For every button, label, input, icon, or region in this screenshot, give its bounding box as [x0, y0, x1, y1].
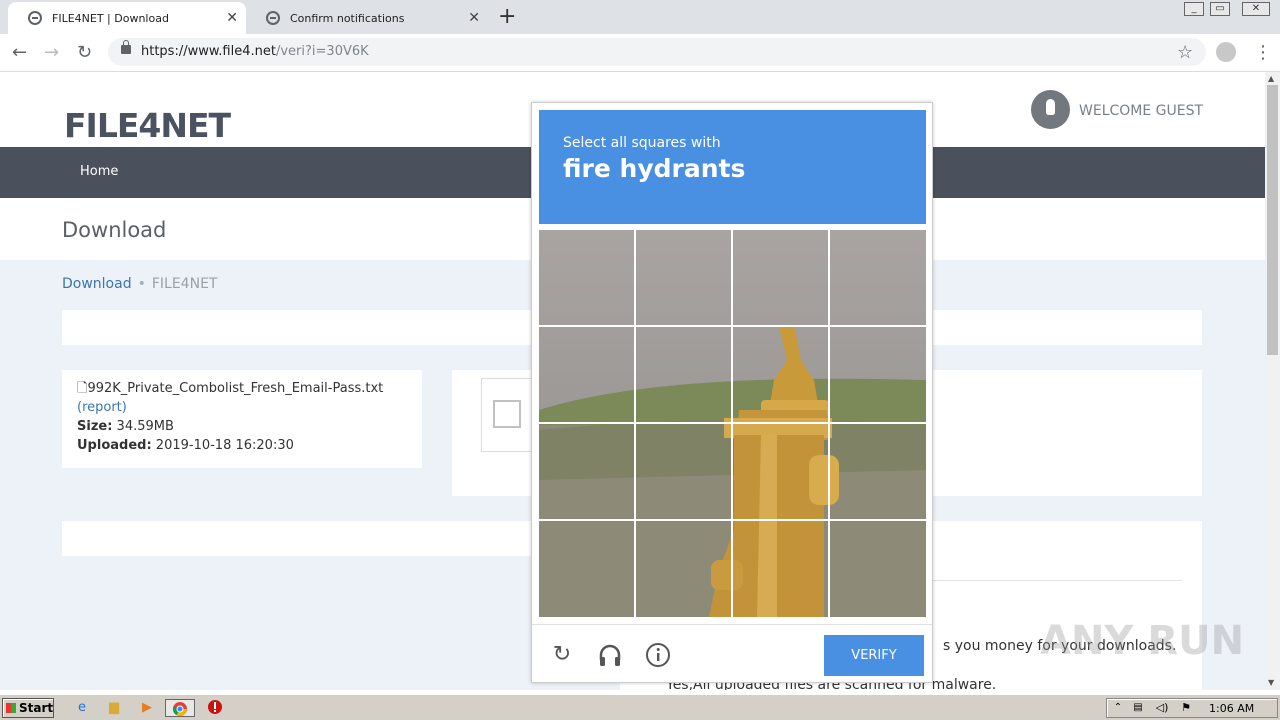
tab-title: Confirm notifications	[290, 11, 405, 25]
globe-icon	[28, 11, 42, 25]
file-name: 992K_Private_Combolist_Fresh_Email-Pass.…	[87, 381, 384, 396]
recaptcha-checkbox[interactable]	[493, 400, 521, 428]
breadcrumb-separator: •	[137, 276, 146, 292]
captcha-tile[interactable]	[830, 424, 925, 519]
tab-strip: FILE4NET | Download ✕ Confirm notificati…	[0, 0, 1280, 34]
nav-home-link[interactable]: Home	[80, 164, 118, 179]
minimize-button[interactable]: _	[1184, 2, 1204, 16]
file-info: 🗋992K_Private_Combolist_Fresh_Email-Pass…	[77, 379, 383, 455]
breadcrumb-current: FILE4NET	[151, 276, 218, 292]
page-title: Download	[62, 218, 167, 242]
report-link[interactable]: (report)	[77, 398, 383, 417]
close-icon[interactable]: ✕	[226, 10, 238, 26]
breadcrumb: Download • FILE4NET	[62, 276, 217, 292]
captcha-tile[interactable]	[733, 327, 828, 422]
captcha-tile[interactable]	[636, 230, 731, 325]
bookmark-star-icon[interactable]: ☆	[1177, 42, 1193, 63]
headphones-icon[interactable]	[597, 642, 623, 668]
speaker-icon[interactable]: ◁)	[1152, 699, 1172, 717]
new-tab-button[interactable]: +	[498, 4, 516, 29]
captcha-tile[interactable]	[539, 327, 634, 422]
captcha-tile[interactable]	[830, 230, 925, 325]
captcha-tile[interactable]	[539, 230, 634, 325]
captcha-footer: ↻ VERIFY	[532, 624, 932, 682]
captcha-instruction: Select all squares with	[563, 135, 721, 151]
scroll-up-arrow-icon[interactable]: ▲	[1268, 74, 1274, 83]
size-label: Size:	[77, 419, 113, 434]
captcha-image-grid	[539, 230, 926, 617]
user-icon[interactable]	[1031, 90, 1070, 129]
scrollbar-thumb[interactable]	[1267, 85, 1278, 355]
site-logo[interactable]: FILE4NET	[64, 106, 231, 145]
url-text[interactable]: https://www.file4.net/veri?i=30V6K	[141, 44, 369, 59]
clock[interactable]: 1:06 AM	[1209, 702, 1254, 715]
info-icon[interactable]	[645, 642, 671, 668]
lock-icon	[121, 40, 131, 54]
media-player-icon[interactable]: ▶	[137, 699, 157, 717]
captcha-tile[interactable]	[733, 424, 828, 519]
start-button[interactable]: Start	[2, 698, 54, 718]
close-icon[interactable]: ✕	[468, 10, 480, 26]
tab-confirm-notifications[interactable]: Confirm notifications ✕	[246, 2, 488, 34]
captcha-header: Select all squares with fire hydrants	[539, 110, 926, 224]
profile-avatar-icon[interactable]	[1216, 42, 1236, 62]
chrome-icon[interactable]	[165, 699, 195, 717]
reload-icon[interactable]: ↻	[549, 642, 575, 668]
scroll-down-arrow-icon[interactable]: ▼	[1268, 678, 1274, 687]
upload-date: 2019-10-18 16:20:30	[155, 438, 294, 453]
taskbar: Start e ▆ ▶ ⌃ ▤ ◁) ⚑ 1:06 AM	[0, 694, 1280, 720]
forward-button[interactable]: →	[44, 42, 59, 63]
back-button[interactable]: ←	[12, 42, 27, 63]
captcha-tile[interactable]	[830, 521, 925, 616]
window-close-button[interactable]: ✕	[1242, 2, 1270, 16]
ie-icon[interactable]: e	[72, 699, 92, 717]
maximize-button[interactable]: ▭	[1210, 2, 1230, 16]
captcha-tile[interactable]	[636, 327, 731, 422]
captcha-tile[interactable]	[733, 521, 828, 616]
captcha-challenge: Select all squares with fire hydrants ↻ …	[531, 102, 933, 683]
captcha-tile[interactable]	[830, 327, 925, 422]
captcha-target: fire hydrants	[563, 154, 746, 183]
captcha-tile[interactable]	[539, 424, 634, 519]
tab-title: FILE4NET | Download	[52, 11, 169, 25]
welcome-text[interactable]: WELCOME GUEST	[1079, 103, 1203, 119]
file-icon: 🗋	[77, 381, 88, 396]
stop-icon[interactable]	[205, 699, 225, 717]
uploaded-label: Uploaded:	[77, 438, 152, 453]
menu-kebab-icon[interactable]: ⋮	[1254, 42, 1272, 63]
folder-icon[interactable]: ▆	[104, 699, 124, 717]
captcha-tile[interactable]	[636, 424, 731, 519]
tray-expand-icon[interactable]: ⌃	[1108, 699, 1128, 717]
network-icon[interactable]: ▤	[1128, 699, 1148, 717]
captcha-tile[interactable]	[636, 521, 731, 616]
captcha-tile[interactable]	[539, 521, 634, 616]
globe-icon	[266, 11, 280, 25]
flag-icon[interactable]: ⚑	[1176, 699, 1196, 717]
tab-file4net[interactable]: FILE4NET | Download ✕	[8, 2, 246, 34]
anyrun-watermark: ANY RUN	[1040, 618, 1245, 664]
verify-button[interactable]: VERIFY	[824, 635, 924, 676]
reload-button[interactable]: ↻	[77, 42, 92, 63]
captcha-tile[interactable]	[733, 230, 828, 325]
file-size: 34.59MB	[116, 419, 174, 434]
breadcrumb-download-link[interactable]: Download	[62, 276, 132, 292]
